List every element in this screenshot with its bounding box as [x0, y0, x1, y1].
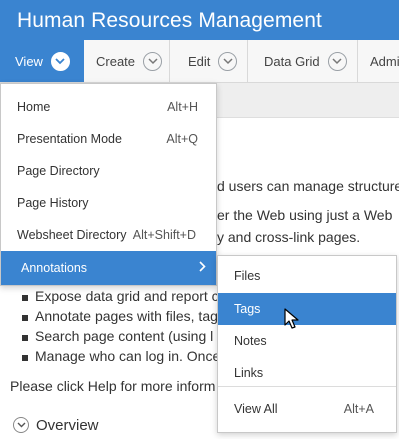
app-title: Human Resources Management: [17, 9, 322, 32]
menu-item-label: Annotations: [21, 261, 88, 275]
menu-item-shortcut: Alt+A: [343, 402, 374, 416]
submenu-item-files[interactable]: Files: [218, 260, 396, 292]
menu-item-shortcut: Alt+H: [167, 100, 198, 114]
menu-item-label: Page History: [17, 196, 89, 210]
menubar: View Create Edit Data Grid Admi: [0, 40, 399, 83]
menu-item-label: Notes: [234, 334, 267, 348]
list-item: Manage who can log in. Once: [35, 348, 221, 364]
chevron-down-icon: [327, 51, 347, 71]
menu-item-annotations[interactable]: Annotations: [1, 251, 216, 285]
tab-view-label: View: [15, 53, 43, 69]
chevron-down-icon: [143, 51, 163, 71]
tab-edit[interactable]: Edit: [170, 40, 248, 82]
menu-item-label: Page Directory: [17, 164, 100, 178]
body-text-line: y and cross-link pages.: [217, 229, 361, 245]
bullet-icon: [22, 355, 28, 361]
mouse-cursor-icon: [284, 308, 300, 335]
submenu-item-links[interactable]: Links: [218, 357, 396, 389]
chevron-down-icon[interactable]: [13, 417, 29, 433]
chevron-right-icon: [199, 261, 206, 275]
submenu-item-view-all[interactable]: View All Alt+A: [218, 393, 396, 425]
menu-item-shortcut: Alt+Shift+D: [132, 228, 196, 242]
menu-item-websheet-directory[interactable]: Websheet Directory Alt+Shift+D: [1, 219, 216, 251]
menu-item-label: Tags: [234, 302, 261, 316]
menu-item-label: Websheet Directory: [17, 228, 127, 242]
tab-data-grid[interactable]: Data Grid: [248, 40, 358, 82]
help-text: Please click Help for more inform: [10, 378, 216, 394]
submenu-item-tags[interactable]: Tags: [218, 293, 396, 325]
tab-data-grid-label: Data Grid: [264, 53, 320, 69]
bullet-icon: [22, 295, 28, 301]
tab-administration-label: Admi: [370, 53, 399, 69]
bullet-icon: [22, 335, 28, 341]
tab-create-label: Create: [96, 53, 136, 69]
bullet-icon: [22, 315, 28, 321]
annotations-submenu: Files Tags Notes Links View All Alt+A: [217, 255, 397, 433]
list-item: Search page content (using l: [35, 328, 214, 344]
menu-item-label: View All: [234, 402, 278, 416]
view-menu: Home Alt+H Presentation Mode Alt+Q Page …: [0, 83, 217, 286]
menu-item-shortcut: Alt+Q: [166, 132, 198, 146]
body-text-line: er the Web using just a Web: [217, 207, 393, 223]
overview-heading[interactable]: Overview: [36, 417, 99, 434]
menu-item-label: Files: [234, 269, 261, 283]
menu-divider: [218, 386, 396, 387]
menu-item-presentation-mode[interactable]: Presentation Mode Alt+Q: [1, 123, 216, 155]
menu-item-label: Home: [17, 100, 51, 114]
list-item: Annotate pages with files, tag: [35, 308, 218, 324]
menu-item-page-directory[interactable]: Page Directory: [1, 155, 216, 187]
menu-item-label: Presentation Mode: [17, 132, 122, 146]
app-header: Human Resources Management: [0, 0, 399, 40]
menu-item-label: Links: [234, 366, 264, 380]
tab-administration[interactable]: Admi: [358, 40, 399, 82]
tab-edit-label: Edit: [188, 53, 211, 69]
list-item: Expose data grid and report c: [35, 288, 219, 304]
menu-item-home[interactable]: Home Alt+H: [1, 91, 216, 123]
chevron-down-icon: [218, 51, 238, 71]
menu-item-page-history[interactable]: Page History: [1, 187, 216, 219]
submenu-item-notes[interactable]: Notes: [218, 325, 396, 357]
tab-create[interactable]: Create: [84, 40, 170, 82]
body-text-line: d users can manage structure: [217, 178, 399, 194]
tab-view[interactable]: View: [0, 40, 84, 82]
chevron-down-icon: [50, 51, 70, 71]
